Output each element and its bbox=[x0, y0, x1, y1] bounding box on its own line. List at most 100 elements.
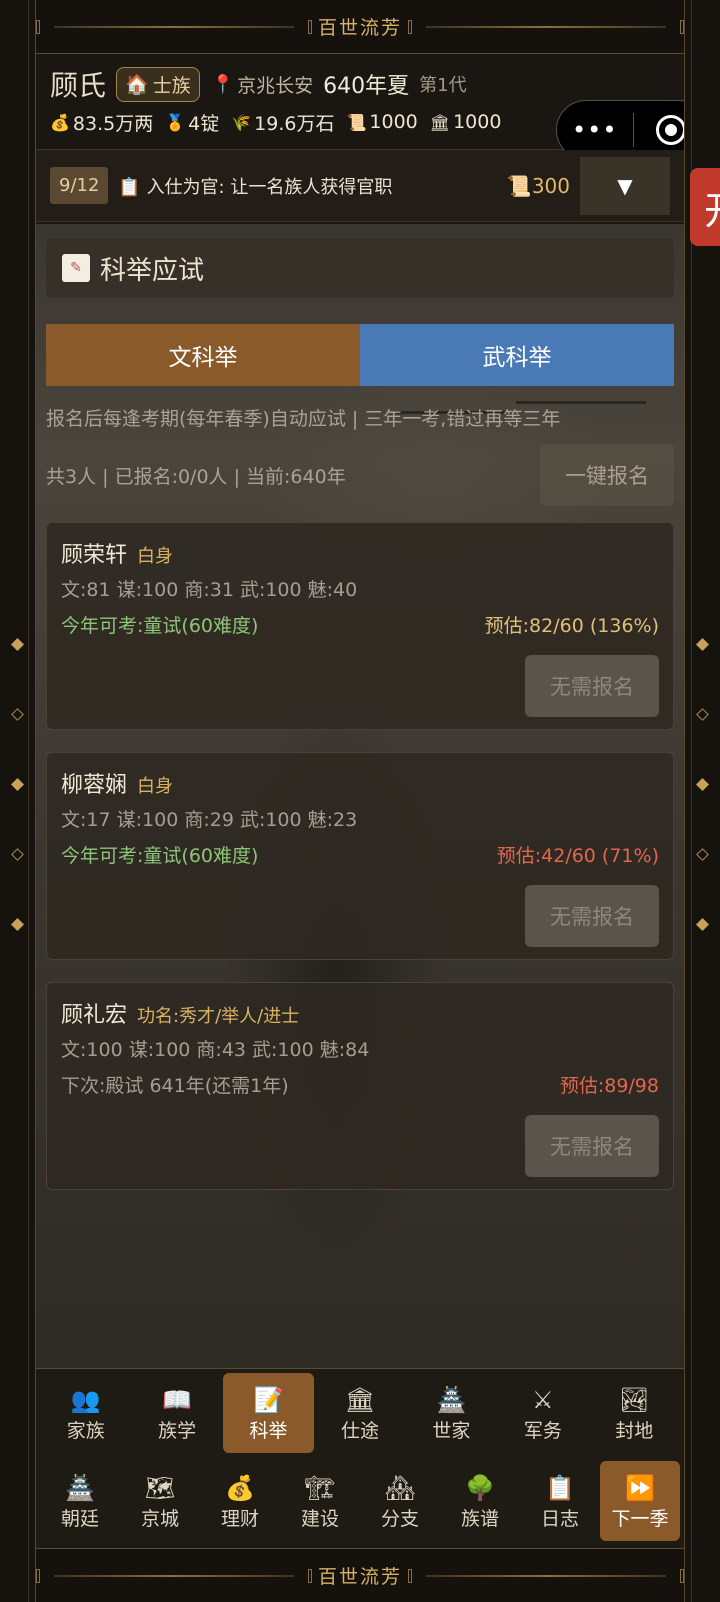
exam-tabs: 文科举 武科举 bbox=[46, 324, 674, 386]
fast-forward-icon: ⏩ bbox=[625, 1473, 655, 1502]
side-open-tab[interactable]: 开 bbox=[690, 168, 720, 246]
nav-item-genealogy[interactable]: 🌳 族谱 bbox=[440, 1461, 520, 1541]
castle-icon: 🏯 bbox=[436, 1385, 467, 1414]
member-stats: 文:17 谋:100 商:29 武:100 魅:23 bbox=[61, 809, 358, 831]
memo-icon: ✎ bbox=[62, 254, 90, 282]
resource-value: 1000 bbox=[369, 111, 418, 133]
banner-title: 百世流芳 bbox=[318, 1566, 403, 1588]
close-miniprogram-button[interactable] bbox=[634, 115, 684, 145]
nav-label: 军务 bbox=[523, 1419, 562, 1442]
member-card: 柳蓉娴 白身 文:17 谋:100 商:29 武:100 魅:23 今年可考:童… bbox=[46, 752, 674, 960]
member-status: 功名:秀才/举人/进士 bbox=[137, 1006, 300, 1027]
scroll-icon: 📜 bbox=[506, 173, 532, 198]
frame-ornament bbox=[11, 708, 24, 721]
member-name[interactable]: 柳蓉娴 bbox=[61, 767, 127, 799]
banner-title: 百世流芳 bbox=[318, 17, 403, 39]
exam-estimate: 预估:42/60 (71%) bbox=[496, 845, 659, 867]
current-season: 640年夏 bbox=[323, 74, 410, 99]
no-signup-needed-button[interactable]: 无需报名 bbox=[525, 655, 659, 717]
clan-name: 顾氏 bbox=[50, 69, 107, 102]
nav-item-branches[interactable]: 🏘 分支 bbox=[360, 1461, 440, 1541]
nav-label: 族谱 bbox=[460, 1507, 499, 1530]
nav-item-construction[interactable]: 🏗 建设 bbox=[280, 1461, 360, 1541]
quest-bar[interactable]: 9/12 📋 入仕为官: 让一名族人获得官职 📜300 ▼ bbox=[36, 150, 684, 222]
nav-label: 建设 bbox=[300, 1507, 339, 1530]
nav-item-military[interactable]: ⚔ 军务 bbox=[497, 1373, 588, 1453]
location: 📍 京兆长安 bbox=[212, 71, 313, 98]
nav-item-capital[interactable]: 🗺 京城 bbox=[120, 1461, 200, 1541]
quest-reward: 📜300 bbox=[507, 174, 570, 198]
banner-line bbox=[54, 25, 294, 28]
rank-badge[interactable]: 🏠 士族 bbox=[116, 66, 200, 102]
nav-item-fief[interactable]: 🏞 封地 bbox=[589, 1373, 680, 1453]
frame-ornament bbox=[696, 778, 709, 791]
nav-item-exam[interactable]: 📝 科举 bbox=[222, 1373, 315, 1453]
member-status: 白身 bbox=[137, 776, 174, 797]
exam-estimate: 预估:89/98 bbox=[559, 1075, 659, 1097]
next-season-button[interactable]: ⏩ 下一季 bbox=[600, 1461, 680, 1541]
tab-civil-exam[interactable]: 文科举 bbox=[46, 324, 360, 386]
frame-ornament bbox=[11, 778, 24, 791]
member-card: 顾荣轩 白身 文:81 谋:100 商:31 武:100 魅:40 今年可考:童… bbox=[46, 522, 674, 730]
no-signup-needed-button[interactable]: 无需报名 bbox=[525, 1115, 659, 1177]
nav-item-finance[interactable]: 💰 理财 bbox=[200, 1461, 280, 1541]
family-icon: 👥 bbox=[70, 1385, 101, 1414]
resource-value: 83.5万两 bbox=[72, 112, 154, 135]
exam-eligibility: 下次:殿试 641年(还需1年) bbox=[61, 1075, 289, 1097]
quest-description: 入仕为官: 让一名族人获得官职 bbox=[146, 176, 393, 198]
nav-label: 日志 bbox=[540, 1507, 579, 1530]
money-bag-icon: 💰 bbox=[50, 112, 70, 132]
member-name[interactable]: 顾荣轩 bbox=[61, 537, 127, 569]
exam-eligibility: 今年可考:童试(60难度) bbox=[61, 615, 259, 637]
landscape-icon: 🏞 bbox=[619, 1385, 650, 1414]
nav-row-primary: 👥 家族 📖 族学 📝 科举 🏛 仕途 🏯 世家 ⚔ 军务 🏞 封地 bbox=[36, 1369, 684, 1457]
exam-hint: 报名后每逢考期(每年春季)自动应试 | 三年一考,错过再等三年 bbox=[46, 408, 561, 430]
no-signup-needed-button[interactable]: 无需报名 bbox=[525, 885, 659, 947]
houses-icon: 🏘 bbox=[384, 1473, 416, 1502]
tree-icon: 🌳 bbox=[465, 1473, 495, 1502]
section-title: ✎ 科举应试 bbox=[46, 238, 674, 298]
grain-icon: 🌾 bbox=[231, 112, 252, 132]
target-icon bbox=[656, 115, 684, 145]
resource-value: 1000 bbox=[453, 111, 502, 133]
member-name[interactable]: 顾礼宏 bbox=[61, 997, 127, 1029]
house-icon: 🏠 bbox=[125, 73, 149, 96]
nav-item-court[interactable]: 🏯 朝廷 bbox=[40, 1461, 120, 1541]
temple-icon: 🏛 bbox=[429, 112, 451, 132]
swords-icon: ⚔ bbox=[532, 1385, 554, 1414]
nav-item-career[interactable]: 🏛 仕途 bbox=[314, 1373, 405, 1453]
quest-progress: 9/12 bbox=[50, 167, 109, 204]
frame-ornament bbox=[696, 918, 709, 931]
section-title-label: 科举应试 bbox=[100, 255, 205, 286]
quest-reward-value: 300 bbox=[531, 173, 570, 198]
bottom-navigation: 👥 家族 📖 族学 📝 科举 🏛 仕途 🏯 世家 ⚔ 军务 🏞 封地 🏯 朝廷 🗺 京城 💰 理财 … bbox=[36, 1368, 684, 1548]
nav-item-clan-school[interactable]: 📖 族学 bbox=[131, 1373, 222, 1453]
resource-grain: 🌾 19.6万石 bbox=[231, 109, 334, 136]
nav-label: 理财 bbox=[220, 1507, 259, 1530]
tab-military-exam[interactable]: 武科举 bbox=[360, 324, 674, 386]
banner-line bbox=[426, 1574, 667, 1577]
more-menu-button[interactable]: ••• bbox=[557, 118, 633, 142]
resource-silver: 💰 83.5万两 bbox=[50, 109, 153, 136]
banner-ornament bbox=[36, 19, 40, 34]
nav-label: 分支 bbox=[380, 1507, 419, 1530]
clan-header: 顾氏 🏠 士族 📍 京兆长安 640年夏 第1代 💰 83.5万两 🏅 4锭 🌾 19… bbox=[36, 54, 684, 160]
registration-summary: 共3人 | 已报名:0/0人 | 当前:640年 bbox=[46, 465, 346, 488]
court-icon: 🏯 bbox=[65, 1473, 95, 1502]
resource-scrolls: 📜 1000 bbox=[346, 111, 417, 133]
rank-label: 士族 bbox=[152, 74, 191, 97]
quest-expand-button[interactable]: ▼ bbox=[580, 156, 670, 215]
member-stats: 文:81 谋:100 商:31 武:100 魅:40 bbox=[61, 579, 358, 601]
signup-all-button[interactable]: 一键报名 bbox=[540, 444, 674, 506]
nav-label: 下一季 bbox=[611, 1507, 669, 1530]
frame-ornament bbox=[11, 638, 24, 651]
nav-item-log[interactable]: 📋 日志 bbox=[520, 1461, 600, 1541]
nav-item-family[interactable]: 👥 家族 bbox=[40, 1373, 131, 1453]
banner-ornament bbox=[680, 1568, 685, 1583]
frame-ornament bbox=[696, 708, 709, 721]
left-frame bbox=[0, 0, 36, 1602]
banner-line bbox=[54, 1574, 294, 1577]
banner-line bbox=[426, 25, 667, 28]
frame-ornament bbox=[696, 848, 709, 861]
nav-item-noble-houses[interactable]: 🏯 世家 bbox=[406, 1373, 497, 1453]
